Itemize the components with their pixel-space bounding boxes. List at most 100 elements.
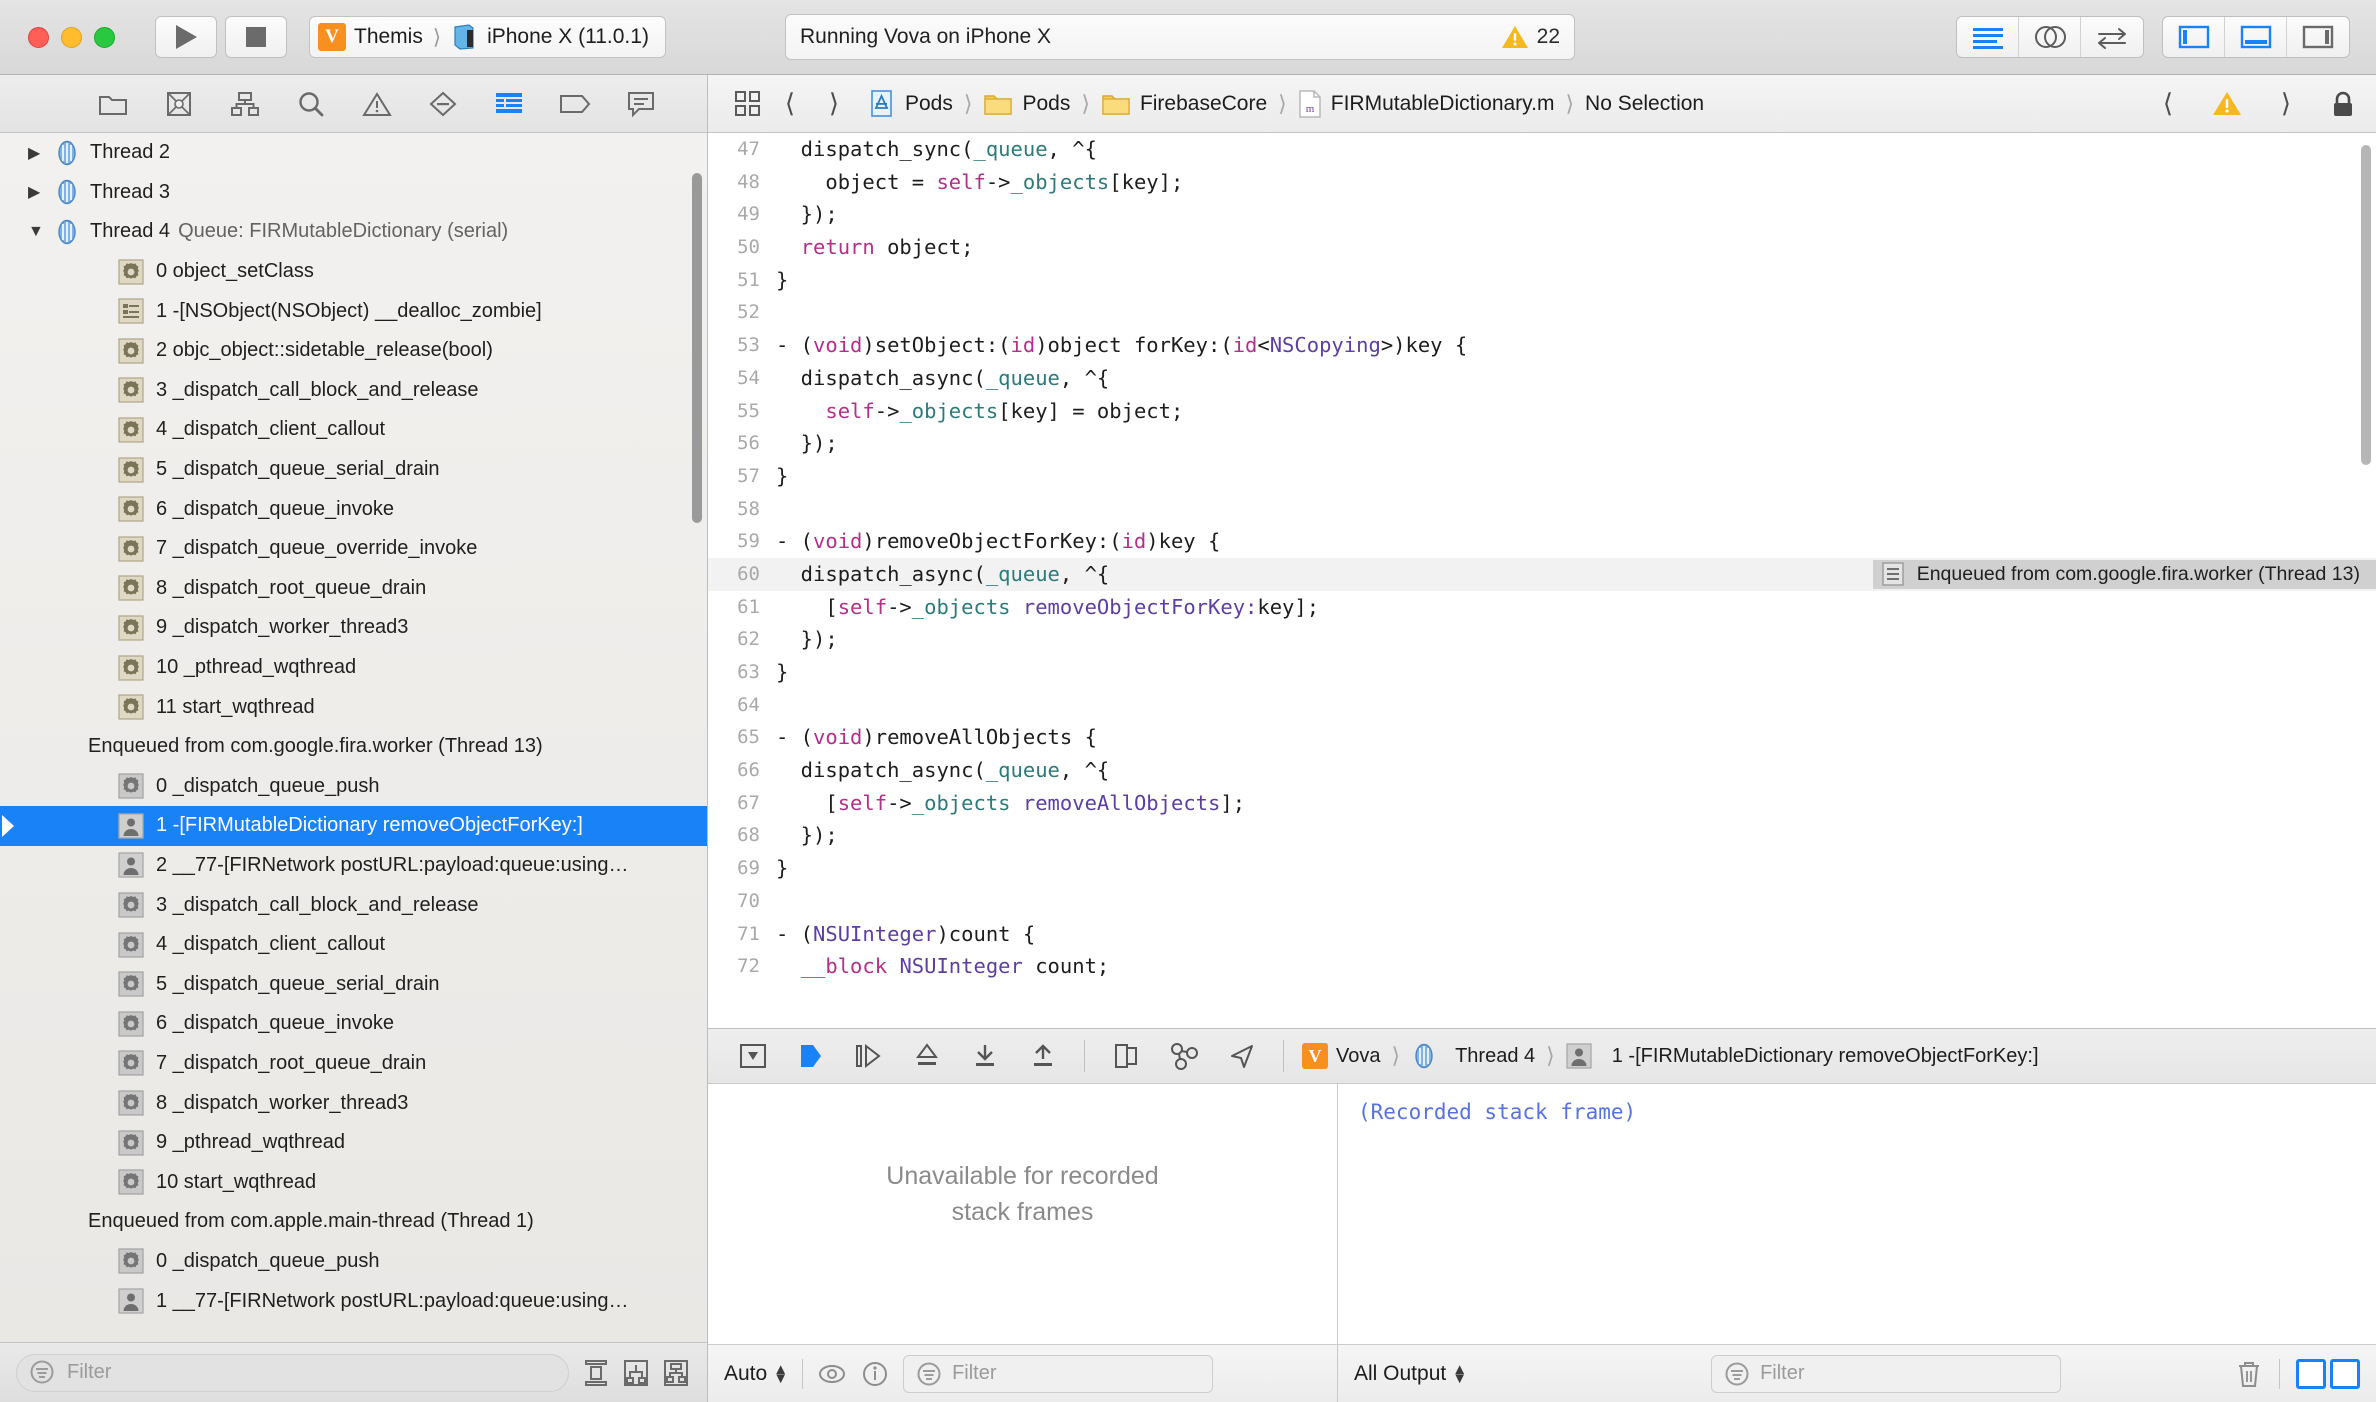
version-editor-button[interactable] bbox=[2081, 17, 2143, 57]
code-line[interactable]: 72 __block NSUInteger count; bbox=[708, 950, 2376, 983]
code-line[interactable]: 67 [self->_objects removeAllObjects]; bbox=[708, 787, 2376, 820]
info-icon[interactable] bbox=[861, 1360, 889, 1388]
breakpoint-navigator-icon[interactable] bbox=[558, 87, 592, 121]
scheme-destination-control[interactable]: V Themis ⟩ iPhone X (11.0.1) bbox=[309, 16, 666, 58]
hide-debug-area-button[interactable] bbox=[724, 1038, 782, 1074]
simulate-location-button[interactable] bbox=[1213, 1038, 1271, 1074]
toggle-navigator-button[interactable] bbox=[2163, 17, 2225, 57]
code-line[interactable]: 53 - (void)setObject:(id)object forKey:(i… bbox=[708, 329, 2376, 362]
test-navigator-icon[interactable] bbox=[426, 87, 460, 121]
stack-frame-row[interactable]: 6 _dispatch_queue_invoke bbox=[0, 1004, 707, 1044]
zoom-window-button[interactable] bbox=[94, 26, 115, 48]
step-into-button[interactable] bbox=[898, 1038, 956, 1074]
code-line[interactable]: 48 object = self->_objects[key]; bbox=[708, 166, 2376, 199]
console-output[interactable]: (Recorded stack frame) bbox=[1338, 1084, 2376, 1344]
code-line[interactable]: 65 - (void)removeAllObjects { bbox=[708, 721, 2376, 754]
minimize-window-button[interactable] bbox=[61, 26, 82, 48]
stack-frame-row[interactable]: 9 _dispatch_worker_thread3 bbox=[0, 608, 707, 648]
step-out-of-frame-button[interactable] bbox=[1014, 1038, 1072, 1074]
code-line[interactable]: 61 [self->_objects removeObjectForKey:ke… bbox=[708, 591, 2376, 624]
source-control-navigator-icon[interactable] bbox=[162, 87, 196, 121]
code-line[interactable]: 58 bbox=[708, 493, 2376, 526]
code-line[interactable]: 47 dispatch_sync(_queue, ^{ bbox=[708, 133, 2376, 166]
stack-frame-row[interactable]: 5 _dispatch_queue_serial_drain bbox=[0, 964, 707, 1004]
previous-issue-button[interactable]: ⟨ bbox=[2146, 88, 2190, 119]
show-variables-view-button[interactable] bbox=[2296, 1358, 2326, 1389]
debug-navigator-icon[interactable] bbox=[492, 87, 526, 121]
go-back-button[interactable]: ⟨ bbox=[768, 88, 812, 119]
stack-frame-row[interactable]: 1 -[FIRMutableDictionary removeObjectFor… bbox=[0, 806, 707, 846]
stack-frame-row[interactable]: 11 start_wqthread bbox=[0, 687, 707, 727]
debug-view-hierarchy-button[interactable] bbox=[1097, 1038, 1155, 1074]
report-navigator-icon[interactable] bbox=[624, 87, 658, 121]
stack-frame-row[interactable]: 10 _pthread_wqthread bbox=[0, 648, 707, 688]
symbol-navigator-icon[interactable] bbox=[228, 87, 262, 121]
go-forward-button[interactable]: ⟩ bbox=[812, 88, 856, 119]
breadcrumb-item[interactable]: FirebaseCore bbox=[1101, 91, 1267, 117]
code-line[interactable]: 50 return object; bbox=[708, 231, 2376, 264]
stack-frame-row[interactable]: 4 _dispatch_client_callout bbox=[0, 410, 707, 450]
code-line[interactable]: 56 }); bbox=[708, 427, 2376, 460]
debug-breadcrumb-item[interactable]: 1 -[FIRMutableDictionary removeObjectFor… bbox=[1566, 1043, 2039, 1069]
debug-breadcrumb-item[interactable]: Thread 4 bbox=[1411, 1043, 1535, 1069]
code-line[interactable]: 62 }); bbox=[708, 623, 2376, 656]
code-line[interactable]: 63} bbox=[708, 656, 2376, 689]
stack-frame-row[interactable]: 1 -[NSObject(NSObject) __dealloc_zombie] bbox=[0, 291, 707, 331]
stack-frame-row[interactable]: 3 _dispatch_call_block_and_release bbox=[0, 371, 707, 411]
stack-frame-row[interactable]: 8 _dispatch_root_queue_drain bbox=[0, 569, 707, 609]
stack-frame-row[interactable]: 9 _pthread_wqthread bbox=[0, 1123, 707, 1163]
breadcrumb-item[interactable]: Pods bbox=[870, 89, 953, 118]
stack-frame-row[interactable]: 2 __77-[FIRNetwork postURL:payload:queue… bbox=[0, 846, 707, 886]
code-line[interactable]: 71 - (NSUInteger)count { bbox=[708, 918, 2376, 951]
standard-editor-button[interactable] bbox=[1957, 17, 2019, 57]
assistant-editor-button[interactable] bbox=[2019, 17, 2081, 57]
stack-frame-row[interactable]: 7 _dispatch_queue_override_invoke bbox=[0, 529, 707, 569]
disclosure-triangle-icon[interactable]: ▶ bbox=[28, 182, 54, 202]
code-line[interactable]: 49 }); bbox=[708, 198, 2376, 231]
stack-frame-row[interactable]: 5 _dispatch_queue_serial_drain bbox=[0, 450, 707, 490]
code-line[interactable]: 68 }); bbox=[708, 819, 2376, 852]
warning-triangle-icon[interactable] bbox=[2212, 90, 2242, 117]
console-output-popup[interactable]: All Output ▲ ▼ bbox=[1354, 1362, 1467, 1386]
debug-breadcrumb-item[interactable]: V Vova bbox=[1302, 1043, 1380, 1069]
code-line[interactable]: 64 bbox=[708, 689, 2376, 722]
debug-navigator-list[interactable]: ▶ Thread 2 ▶ Thread 3 ▼ Thread 4 Queue: FIRMut… bbox=[0, 133, 707, 1342]
toggle-debug-area-button[interactable] bbox=[2225, 17, 2287, 57]
thread-row[interactable]: ▶ Thread 3 bbox=[0, 173, 707, 213]
variables-filter-field[interactable]: Filter bbox=[903, 1354, 1214, 1393]
navigator-scrollbar[interactable] bbox=[692, 173, 702, 523]
close-window-button[interactable] bbox=[28, 26, 49, 48]
run-button[interactable] bbox=[155, 16, 217, 58]
view-process-by-thread-icon[interactable] bbox=[621, 1358, 651, 1388]
issue-summary[interactable]: 22 bbox=[1501, 24, 1560, 50]
stack-frame-row[interactable]: 3 _dispatch_call_block_and_release bbox=[0, 885, 707, 925]
next-issue-button[interactable]: ⟩ bbox=[2264, 88, 2308, 119]
thread-row[interactable]: ▼ Thread 4 Queue: FIRMutableDictionary (se… bbox=[0, 212, 707, 252]
console-filter-field[interactable]: Filter bbox=[1711, 1354, 2062, 1393]
code-line[interactable]: 52 bbox=[708, 296, 2376, 329]
issue-navigator-icon[interactable] bbox=[360, 87, 394, 121]
code-line[interactable]: 54 dispatch_async(_queue, ^{ bbox=[708, 362, 2376, 395]
destination-label[interactable]: iPhone X (11.0.1) bbox=[487, 25, 649, 49]
toggle-utilities-button[interactable] bbox=[2287, 17, 2349, 57]
show-only-crashed-threads-icon[interactable] bbox=[581, 1358, 611, 1388]
code-line[interactable]: 70 bbox=[708, 885, 2376, 918]
disclosure-triangle-icon[interactable]: ▶ bbox=[28, 143, 54, 163]
step-out-button[interactable] bbox=[956, 1038, 1014, 1074]
stack-frame-row[interactable]: 7 _dispatch_root_queue_drain bbox=[0, 1044, 707, 1084]
breadcrumb-item[interactable]: No Selection bbox=[1585, 92, 1704, 116]
enqueued-annotation-badge[interactable]: Enqueued from com.google.fira.worker (Th… bbox=[1872, 559, 2376, 589]
clear-console-icon[interactable] bbox=[2235, 1359, 2263, 1389]
disclosure-triangle-icon[interactable]: ▼ bbox=[28, 223, 54, 241]
related-items-icon[interactable] bbox=[728, 87, 768, 121]
breadcrumb-item[interactable]: m FIRMutableDictionary.m bbox=[1298, 89, 1554, 118]
stack-frame-row[interactable]: 1 __77-[FIRNetwork postURL:payload:queue… bbox=[0, 1281, 707, 1321]
stack-frame-row[interactable]: 0 _dispatch_queue_push bbox=[0, 767, 707, 807]
editor-scrollbar[interactable] bbox=[2361, 145, 2371, 465]
code-line[interactable]: 57} bbox=[708, 460, 2376, 493]
stack-frame-row[interactable]: 10 start_wqthread bbox=[0, 1162, 707, 1202]
code-line[interactable]: 66 dispatch_async(_queue, ^{ bbox=[708, 754, 2376, 787]
source-editor[interactable]: 47 dispatch_sync(_queue, ^{48 object = s… bbox=[708, 133, 2376, 1028]
stop-button[interactable] bbox=[225, 16, 287, 58]
watch-expression-icon[interactable] bbox=[817, 1361, 847, 1387]
